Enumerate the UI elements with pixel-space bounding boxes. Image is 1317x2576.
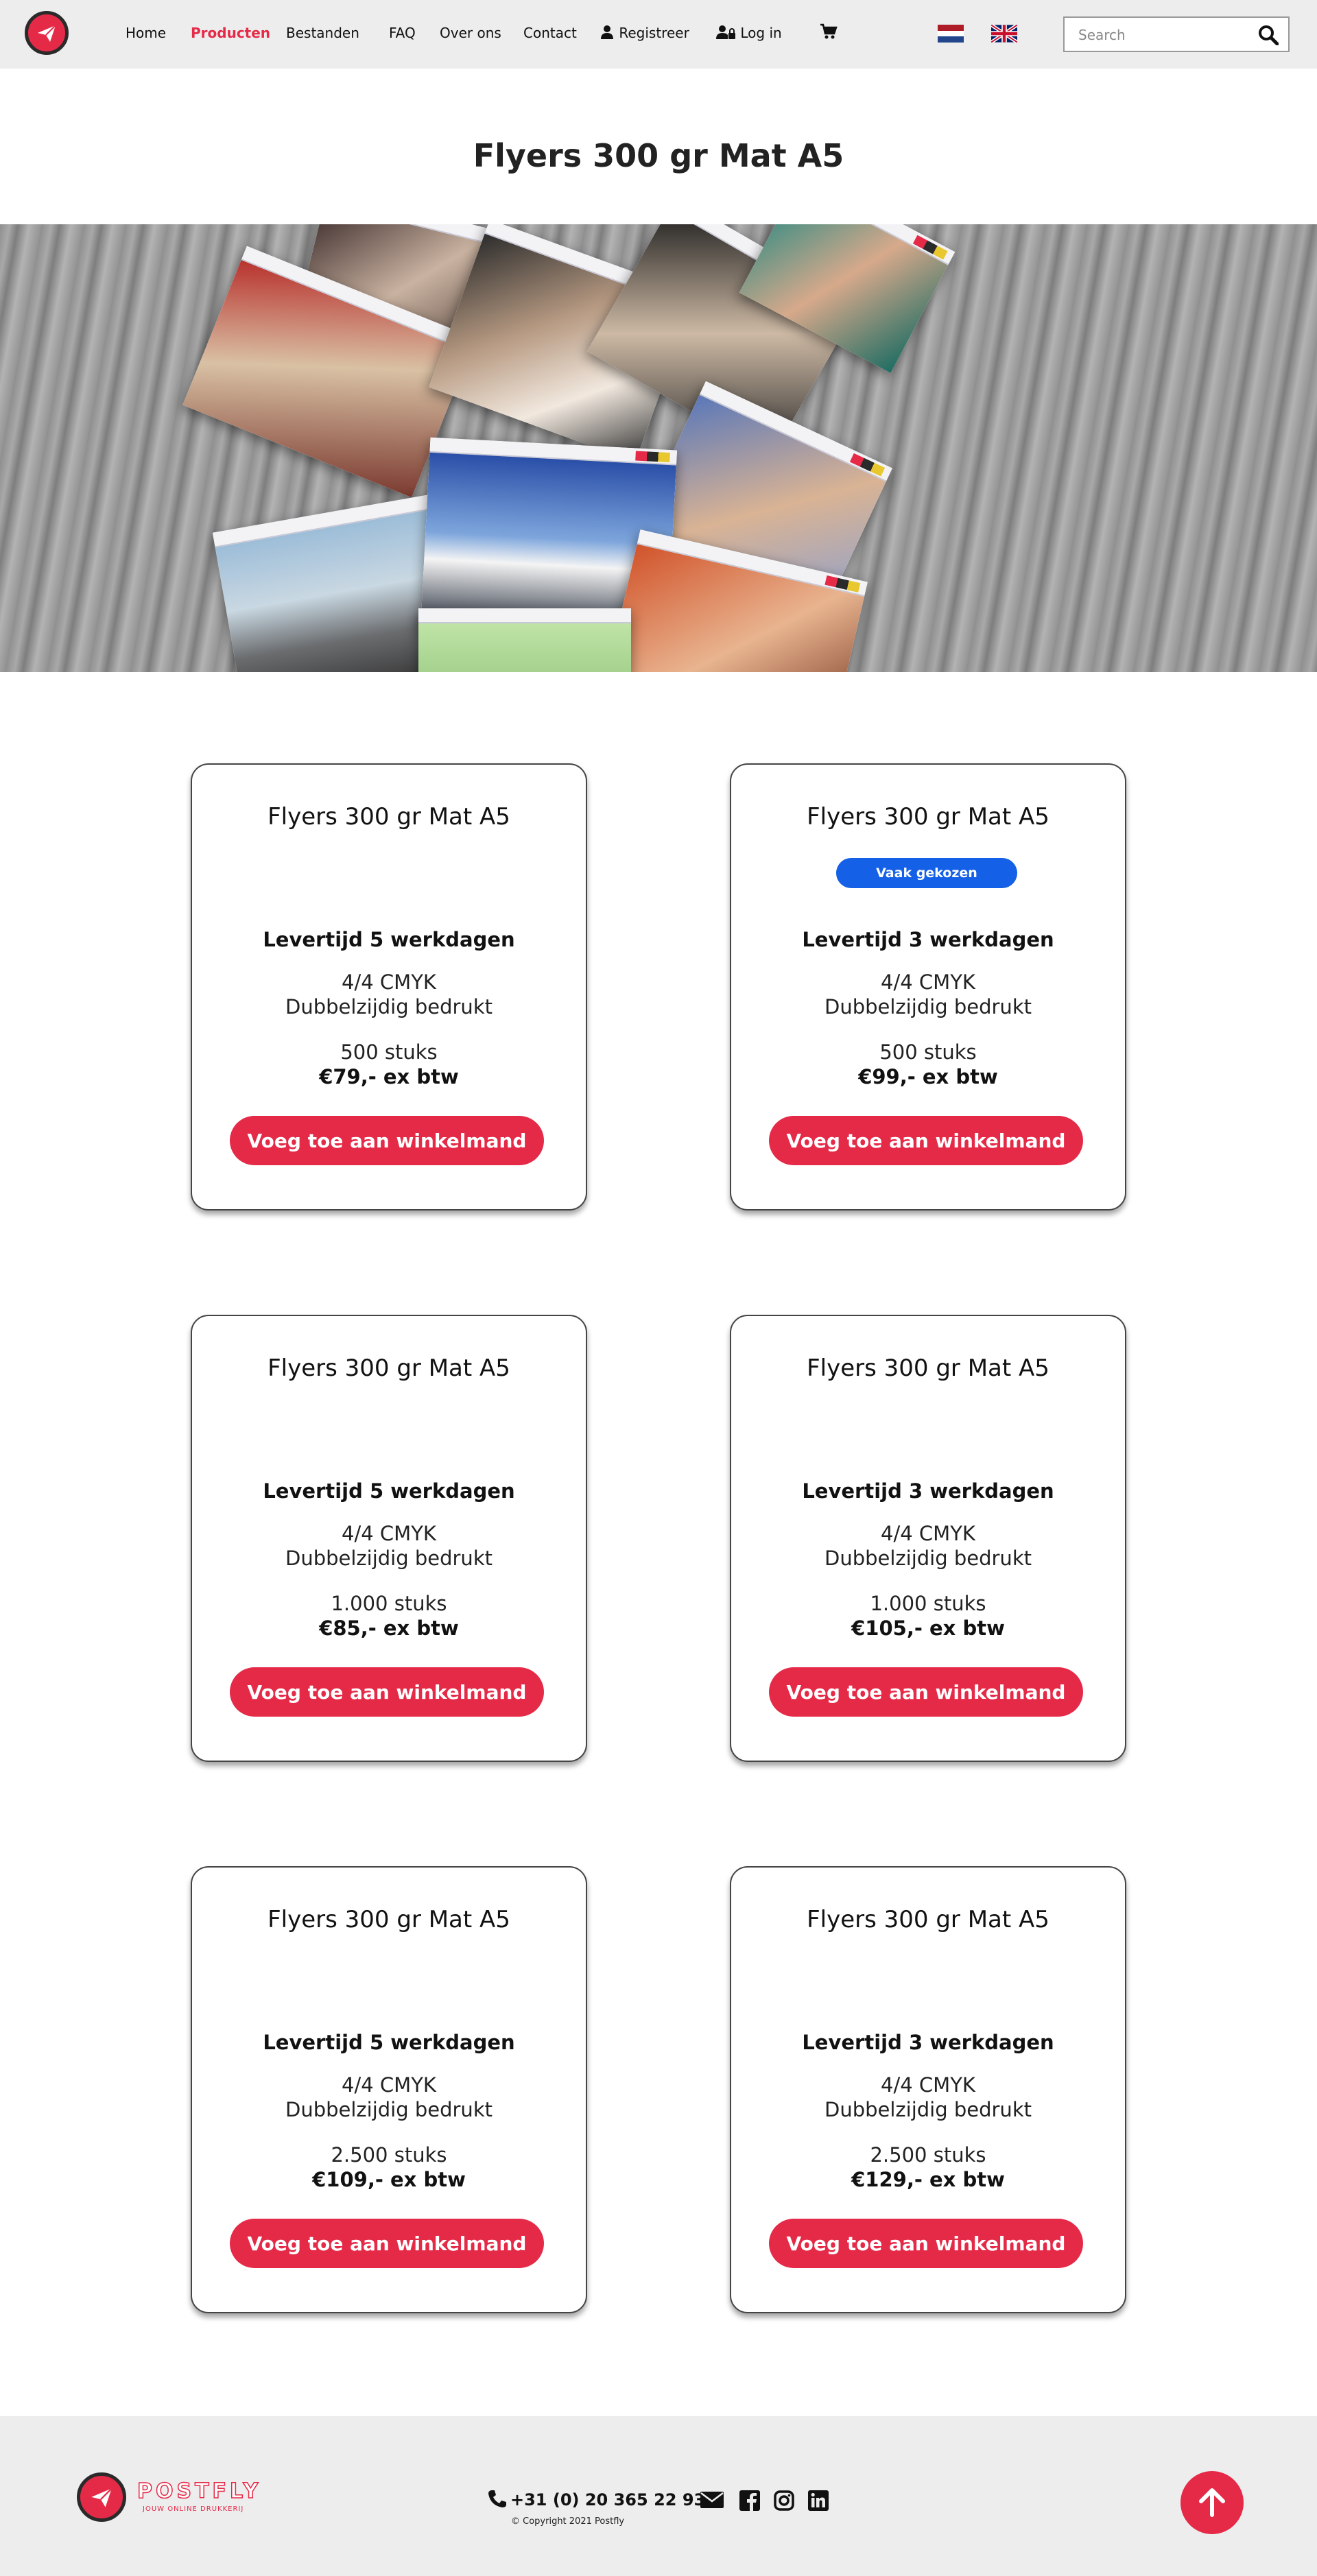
print-spec: 4/4 CMYK [881,1522,975,1545]
print-sides: Dubbelzijdig bedrukt [285,2098,493,2121]
user-lock-icon [716,25,735,39]
phone-number: +31 (0) 20 365 22 93 [510,2490,706,2509]
paper-plane-icon [91,2488,112,2507]
arrow-up-icon [1199,2488,1225,2517]
print-sides: Dubbelzijdig bedrukt [824,2098,1032,2121]
product-card: Flyers 300 gr Mat A5 Vaak gekozen Levert… [730,763,1126,1211]
facebook-icon [739,2490,760,2511]
quantity: 1.000 stuks [870,1592,986,1615]
card-title: Flyers 300 gr Mat A5 [268,803,510,831]
email-link[interactable] [700,2490,724,2512]
print-spec: 4/4 CMYK [342,1522,436,1545]
login-label: Log in [740,25,782,41]
print-sides: Dubbelzijdig bedrukt [824,1547,1032,1570]
nav-contact[interactable]: Contact [523,25,577,41]
price: €129,- ex btw [851,2168,1005,2191]
card-title: Flyers 300 gr Mat A5 [807,803,1049,831]
search-icon[interactable] [1258,25,1279,45]
add-to-cart-button[interactable]: Voeg toe aan winkelmand [769,1116,1083,1165]
delivery-time: Levertijd 3 werkdagen [802,2031,1054,2054]
print-sides: Dubbelzijdig bedrukt [285,1547,493,1570]
quantity: 2.500 stuks [870,2143,986,2167]
quantity: 500 stuks [879,1040,977,1064]
uk-flag-icon[interactable] [991,25,1017,43]
product-card: Flyers 300 gr Mat A5 Levertijd 5 werkdag… [191,1866,587,2313]
instagram-icon [774,2490,794,2511]
postfly-logo[interactable] [25,11,69,55]
delivery-time: Levertijd 5 werkdagen [263,1479,515,1503]
top-nav: Home Producten Bestanden FAQ Over ons Co… [0,0,1317,69]
price: €105,- ex btw [851,1617,1005,1640]
cart-button[interactable] [820,23,838,43]
phone-link[interactable]: +31 (0) 20 365 22 93 [487,2489,705,2509]
delivery-time: Levertijd 3 werkdagen [802,928,1054,951]
hero-image [0,224,1317,672]
envelope-icon [700,2492,724,2508]
shopping-cart-icon [820,23,838,39]
register-link[interactable]: Registreer [600,25,689,41]
nav-faq[interactable]: FAQ [389,25,416,41]
footer-brand: POSTFLY [137,2479,262,2504]
footer: POSTFLY JOUW ONLINE DRUKKERIJ +31 (0) 20… [0,2416,1317,2576]
search-input[interactable] [1078,26,1243,44]
print-spec: 4/4 CMYK [342,970,436,994]
instagram-link[interactable] [774,2490,794,2514]
print-sides: Dubbelzijdig bedrukt [285,995,493,1018]
delivery-time: Levertijd 3 werkdagen [802,1479,1054,1503]
nav-bestanden[interactable]: Bestanden [286,25,359,41]
delivery-time: Levertijd 5 werkdagen [263,928,515,951]
card-title: Flyers 300 gr Mat A5 [807,1355,1049,1382]
nav-home[interactable]: Home [126,25,166,41]
scroll-to-top-button[interactable] [1180,2471,1244,2534]
product-card: Flyers 300 gr Mat A5 Levertijd 5 werkdag… [191,1315,587,1762]
quantity: 500 stuks [340,1040,438,1064]
card-title: Flyers 300 gr Mat A5 [268,1906,510,1933]
nav-over-ons[interactable]: Over ons [440,25,501,41]
page-title: Flyers 300 gr Mat A5 [473,137,844,174]
add-to-cart-button[interactable]: Voeg toe aan winkelmand [230,1667,544,1717]
price: €79,- ex btw [319,1065,459,1088]
print-sides: Dubbelzijdig bedrukt [824,995,1032,1018]
footer-logo[interactable] [77,2472,126,2522]
quantity: 2.500 stuks [331,2143,447,2167]
print-spec: 4/4 CMYK [342,2073,436,2097]
card-title: Flyers 300 gr Mat A5 [268,1355,510,1382]
popular-badge: Vaak gekozen [836,858,1017,888]
add-to-cart-button[interactable]: Voeg toe aan winkelmand [230,1116,544,1165]
linkedin-link[interactable] [808,2490,829,2514]
price: €109,- ex btw [312,2168,466,2191]
add-to-cart-button[interactable]: Voeg toe aan winkelmand [769,1667,1083,1717]
price: €99,- ex btw [858,1065,998,1088]
quantity: 1.000 stuks [331,1592,447,1615]
linkedin-icon [808,2490,829,2511]
user-icon [601,25,613,39]
card-title: Flyers 300 gr Mat A5 [807,1906,1049,1933]
footer-tagline: JOUW ONLINE DRUKKERIJ [143,2505,244,2513]
product-card: Flyers 300 gr Mat A5 Levertijd 5 werkdag… [191,763,587,1211]
price: €85,- ex btw [319,1617,459,1640]
register-label: Registreer [619,25,689,41]
nav-producten[interactable]: Producten [191,25,270,41]
product-card: Flyers 300 gr Mat A5 Levertijd 3 werkdag… [730,1866,1126,2313]
nl-flag-icon[interactable] [938,25,964,43]
product-card: Flyers 300 gr Mat A5 Levertijd 3 werkdag… [730,1315,1126,1762]
phone-icon [488,2490,506,2507]
delivery-time: Levertijd 5 werkdagen [263,2031,515,2054]
add-to-cart-button[interactable]: Voeg toe aan winkelmand [230,2219,544,2268]
print-spec: 4/4 CMYK [881,2073,975,2097]
login-link[interactable]: Log in [715,25,782,41]
print-spec: 4/4 CMYK [881,970,975,994]
copyright: © Copyright 2021 Postfly [511,2516,625,2527]
paper-plane-icon [38,25,56,42]
search-box [1063,16,1290,52]
facebook-link[interactable] [739,2490,760,2514]
add-to-cart-button[interactable]: Voeg toe aan winkelmand [769,2219,1083,2268]
